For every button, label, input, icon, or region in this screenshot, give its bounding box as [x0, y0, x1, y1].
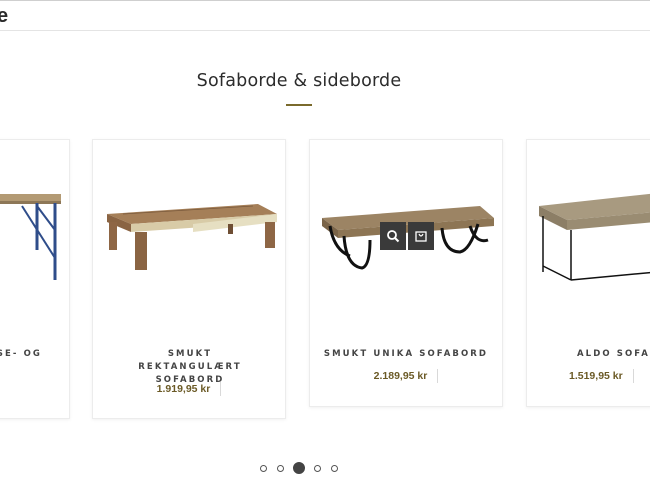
product-price: 1.919,95 kr [156, 382, 211, 395]
product-price: 1.519,95 kr [569, 369, 623, 382]
carousel-dot[interactable] [331, 465, 338, 472]
title-underline [286, 104, 312, 106]
price-divider [437, 369, 439, 383]
carousel-dot-active[interactable] [293, 462, 305, 474]
product-price-row: 2.189,95 kr [310, 369, 502, 383]
carousel-pagination [0, 462, 598, 475]
product-image[interactable] [0, 140, 69, 330]
add-to-cart-button[interactable] [408, 222, 434, 250]
product-price: 2.189,95 kr [373, 369, 428, 382]
product-name[interactable]: ALDO SOFABO [577, 348, 650, 361]
product-card[interactable]: SE- OG [0, 139, 70, 419]
product-card[interactable]: SMUKT REKTANGULÆRT SOFABORD 1.919,95 kr [92, 139, 286, 419]
quick-actions [380, 222, 434, 252]
product-name[interactable]: SMUKT UNIKA SOFABORD [320, 348, 492, 361]
product-name[interactable]: SE- OG [0, 348, 42, 361]
shopping-bag-icon [415, 231, 427, 242]
section-title: Sofaborde & sideborde [196, 71, 402, 91]
product-image[interactable] [527, 140, 650, 330]
carousel-dot[interactable] [260, 465, 267, 472]
quick-view-button[interactable] [380, 222, 406, 250]
product-price-row: 1.919,95 kr [93, 382, 285, 396]
header-partial-text: e [0, 5, 9, 27]
page: e Sofaborde & sideborde SE- OG SMUKT REK… [0, 0, 650, 500]
magnifier-icon [387, 230, 400, 243]
product-card[interactable]: ALDO SOFABO 1.519,95 kr [526, 139, 650, 407]
site-header: e [0, 0, 650, 31]
carousel-dot[interactable] [277, 465, 284, 472]
product-price-row: 1.519,95 kr [569, 369, 650, 383]
price-divider [220, 382, 222, 396]
product-image[interactable] [93, 140, 285, 330]
price-divider [632, 369, 634, 383]
product-card[interactable]: SMUKT UNIKA SOFABORD 2.189,95 kr [309, 139, 503, 407]
carousel-dot[interactable] [314, 465, 321, 472]
